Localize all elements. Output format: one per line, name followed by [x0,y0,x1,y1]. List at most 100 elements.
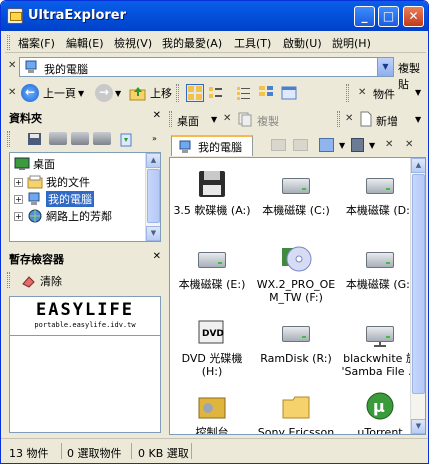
toolbar-separator [176,84,179,102]
navigation-toolbar: ✕ ← 上一頁 ▼ → ▼ 上移 ✕ 物件 ▼ [5,80,426,106]
tree-item-label: 我的電腦 [46,191,94,207]
file-item[interactable]: 控制台 [170,390,254,434]
view-small-icons-button[interactable] [207,84,225,102]
address-input[interactable]: 我的電腦 ▼ [19,57,394,77]
file-item[interactable]: RamDisk (R:) [254,316,338,365]
clipboard-content-area[interactable] [9,336,161,433]
file-label: RamDisk (R:) [260,352,332,365]
file-view[interactable]: 3.5 軟碟機 (A:) 本機磁碟 (C:) 本機磁碟 (D:) 本機磁碟 (E… [169,157,426,435]
title-bar[interactable]: UltraExplorer _ □ ✕ [1,1,428,31]
large-icons-icon [188,86,202,100]
tree-item-my-documents[interactable]: + 我的文件 [14,174,90,190]
logo-sub-text: portable.easylife.idv.tw [34,321,136,329]
back-button[interactable]: ← 上一頁 ▼ [21,83,84,103]
file-item[interactable]: DVD DVD 光碟機 (H:) [170,316,254,378]
file-label: 3.5 軟碟機 (A:) [173,204,251,217]
tree-item-desktop[interactable]: 桌面 [14,156,55,172]
toolbar-grip[interactable] [7,272,10,288]
drive-icon[interactable] [71,132,89,145]
maximize-button[interactable]: □ [378,6,399,27]
up-button[interactable]: 上移 [129,83,172,103]
chevron-down-icon[interactable]: ▼ [339,141,345,150]
file-item[interactable]: 本機磁碟 (C:) [254,168,338,217]
recycle-bin-icon[interactable] [117,131,135,147]
tree-item-my-computer[interactable]: + 我的電腦 [14,191,94,207]
close-icon[interactable]: ✕ [153,251,161,262]
close-icon[interactable]: ✕ [8,60,16,71]
chevron-down-icon[interactable]: ▼ [78,89,84,98]
chevron-down-icon[interactable]: ▼ [211,115,217,124]
folder-tree[interactable]: 桌面 + 我的文件 + 我的電腦 + 網路上的芳鄰 ▲ ▼ [9,152,161,242]
save-icon[interactable] [27,132,43,146]
scroll-up-button[interactable]: ▲ [411,158,425,173]
menu-view[interactable]: 檢視(V) [114,35,152,51]
close-tab-icon[interactable]: ✕ [405,139,413,150]
menu-file[interactable]: 檔案(F) [18,35,55,51]
back-label: 上一頁 [43,87,76,100]
tab-action-icon[interactable] [271,139,286,151]
up-label: 上移 [150,87,172,100]
menu-favorites[interactable]: 我的最愛(A) [162,35,222,51]
scroll-thumb[interactable] [412,174,425,394]
menu-grip[interactable] [7,35,10,50]
layout-icon[interactable] [351,138,364,152]
forward-button[interactable]: → ▼ [95,83,121,103]
chevron-down-icon[interactable]: ▼ [415,88,421,97]
tab-action-icon[interactable] [293,139,308,151]
chevron-down-icon[interactable]: ▼ [369,141,375,150]
expand-icon[interactable]: + [14,177,23,187]
toolbar-grip[interactable] [7,131,10,147]
address-bar: ✕ 我的電腦 ▼ 複製貼 [5,54,426,91]
file-item[interactable]: WX.2_PRO_OEM_TW (F:) [254,242,338,304]
tree-item-label: 我的文件 [46,176,90,189]
file-label: WX.2_PRO_OEM_TW (F:) [256,278,336,304]
view-thumbnails-button[interactable] [280,84,298,102]
drive-icon [280,316,312,348]
menu-tools[interactable]: 工具(T) [234,35,271,51]
drive-icon[interactable] [93,132,111,145]
expand-icon[interactable]: + [14,194,23,204]
close-icon[interactable]: ✕ [153,110,161,121]
svg-text:DVD: DVD [202,329,224,339]
scroll-thumb[interactable] [147,169,160,223]
menu-edit[interactable]: 編輯(E) [66,35,104,51]
chevron-down-icon[interactable]: » [152,134,157,143]
tree-item-network[interactable]: + 網路上的芳鄰 [14,208,112,224]
file-item[interactable]: 3.5 軟碟機 (A:) [170,168,254,217]
tab-my-computer[interactable]: 我的電腦 [171,135,253,156]
view-large-icons-button[interactable] [186,84,204,102]
expand-icon[interactable]: + [14,211,23,221]
new-button[interactable]: 新增 [376,113,398,129]
details-view-icon [259,86,273,96]
drive-icon[interactable] [49,132,67,145]
close-icon[interactable]: ✕ [345,113,353,124]
minimize-button[interactable]: _ [354,6,375,27]
menu-help[interactable]: 說明(H) [332,35,371,51]
objects-menu[interactable]: 物件 [373,86,395,102]
toolbar-grip[interactable] [169,111,172,127]
scroll-down-button[interactable]: ▼ [411,419,425,434]
menu-launch[interactable]: 啟動(U) [283,35,322,51]
copy-button[interactable]: 複製 [257,113,279,129]
close-icon[interactable]: ✕ [223,113,231,124]
close-button[interactable]: ✕ [403,6,424,27]
desktop-button[interactable]: 桌面 [177,113,199,129]
chevron-down-icon[interactable]: ▼ [115,89,121,98]
file-item[interactable]: Sony Ericsson ... [254,390,338,434]
close-icon[interactable]: ✕ [358,87,366,98]
chevron-down-icon[interactable]: ▼ [415,115,421,124]
close-icon[interactable]: ✕ [8,87,16,98]
file-item[interactable]: 本機磁碟 (E:) [170,242,254,291]
clear-button[interactable]: 清除 [21,273,62,289]
close-icon[interactable]: ✕ [385,139,393,150]
tree-item-label: 桌面 [33,158,55,171]
scroll-up-button[interactable]: ▲ [146,153,160,168]
address-dropdown-button[interactable]: ▼ [377,58,393,76]
scroll-down-button[interactable]: ▼ [146,226,160,241]
computer-icon [25,60,37,73]
tree-scrollbar[interactable]: ▲ ▼ [145,153,160,241]
view-list-button[interactable] [235,84,253,102]
view-details-button[interactable] [257,84,275,102]
window-icon[interactable] [319,138,334,152]
file-view-scrollbar[interactable]: ▲ ▼ [410,158,425,434]
